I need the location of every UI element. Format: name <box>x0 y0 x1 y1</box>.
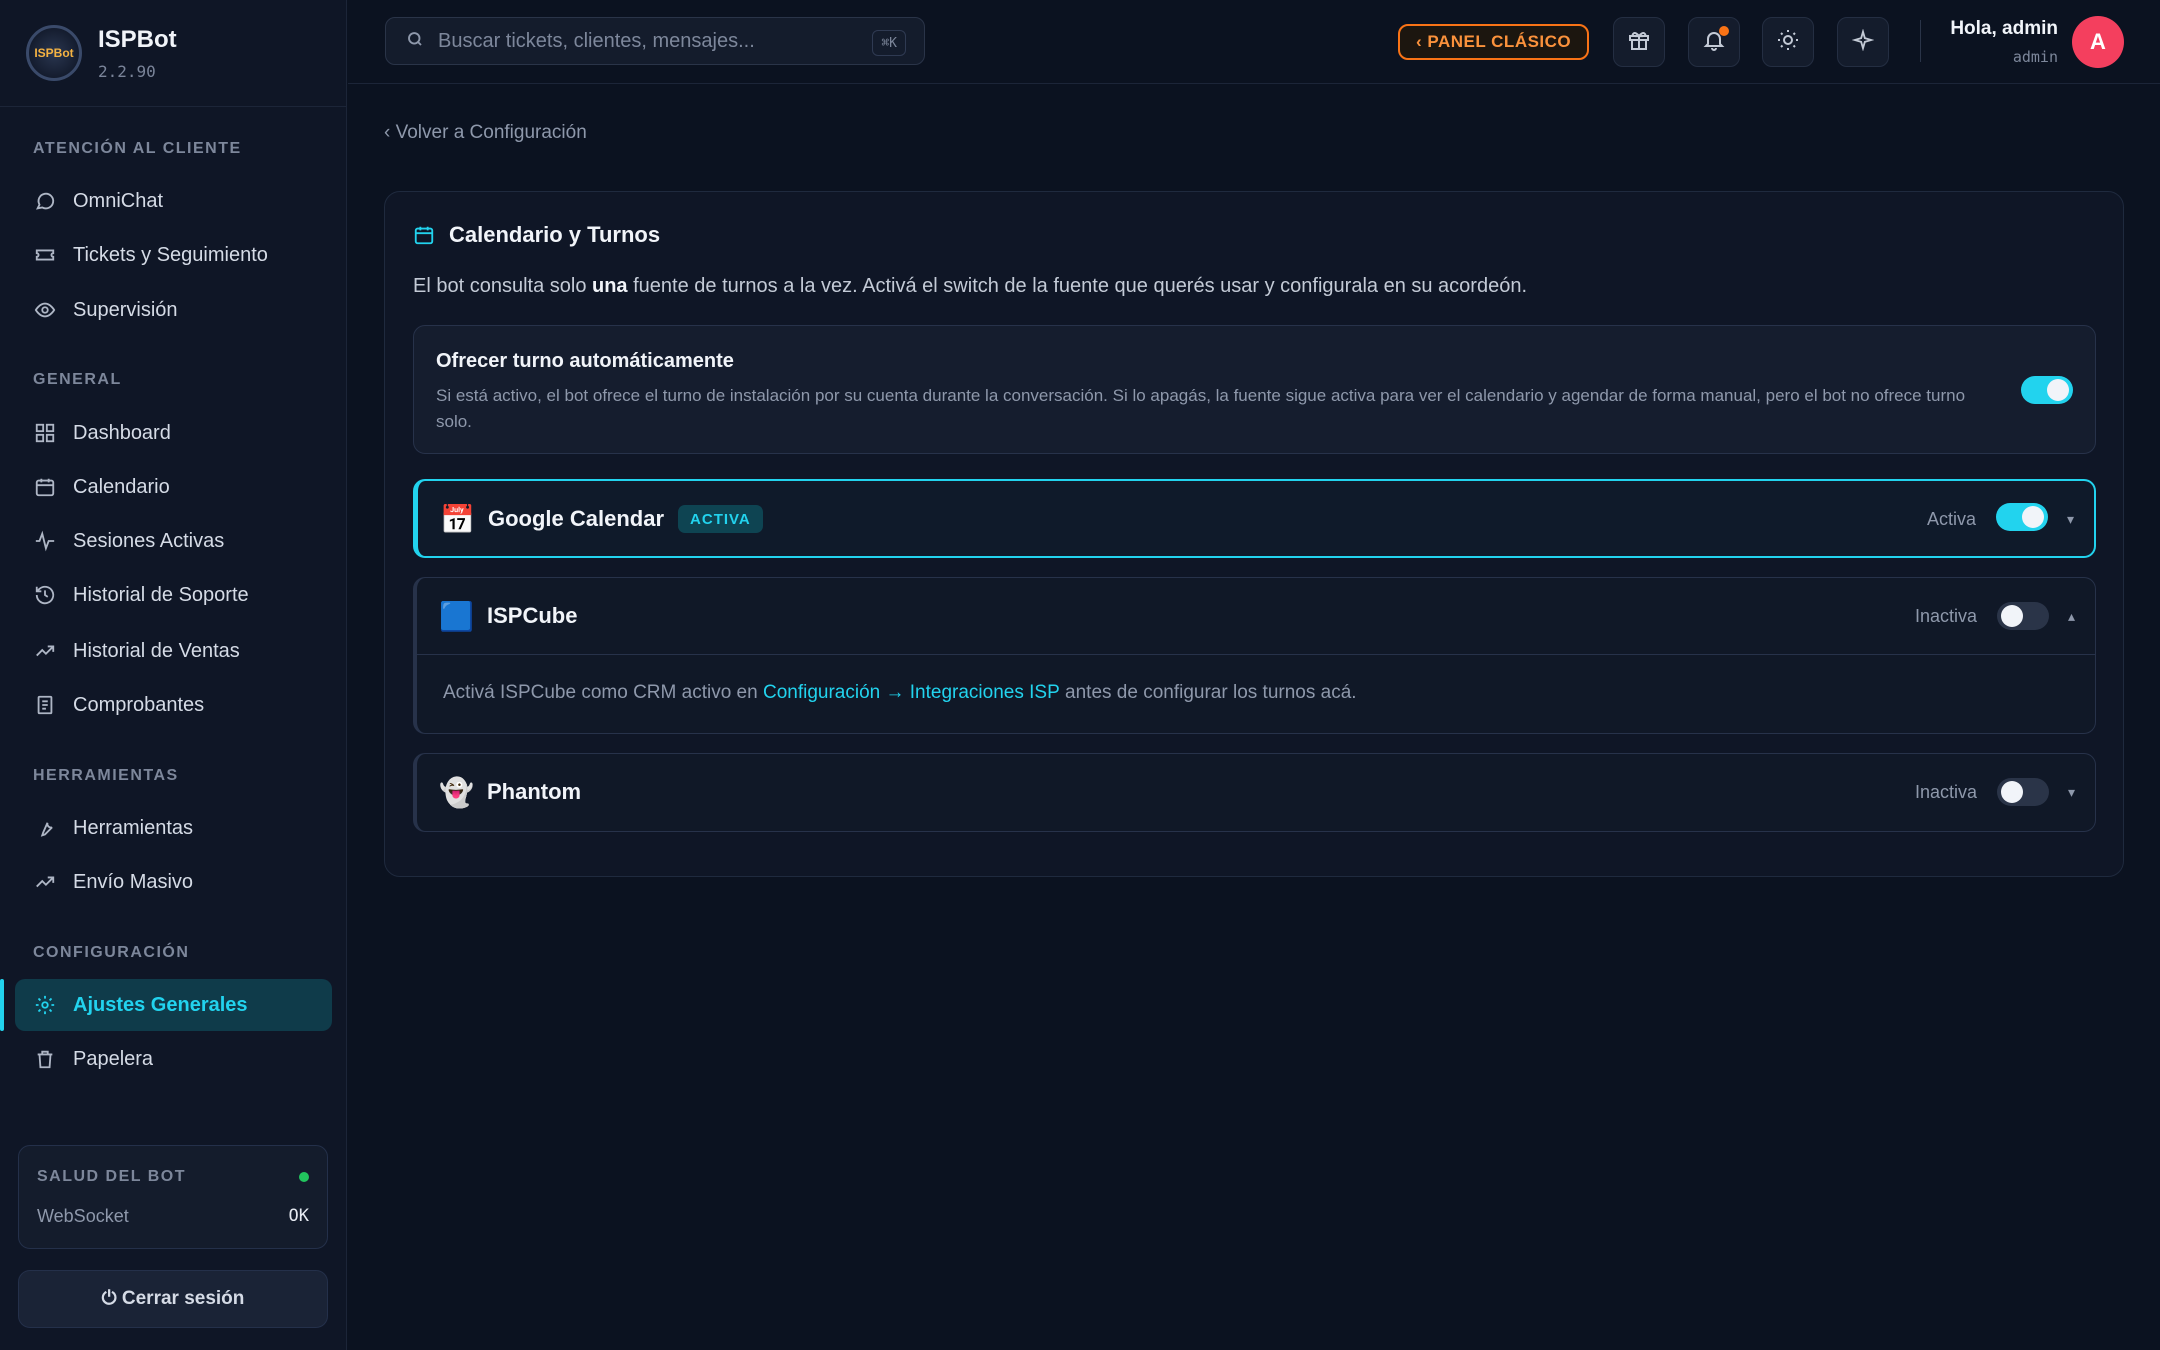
ispcube-notice: Activá ISPCube como CRM activo en Config… <box>417 654 2095 730</box>
eye-icon <box>33 298 57 322</box>
wrench-icon <box>33 816 57 840</box>
sidebar-item-omnichat[interactable]: OmniChat <box>15 175 332 227</box>
theme-toggle-button[interactable] <box>1762 17 1814 67</box>
integrations-link[interactable]: Configuración → Integraciones ISP <box>763 682 1060 704</box>
status-badge: ACTIVA <box>678 505 763 533</box>
sidebar-item-tickets[interactable]: Tickets y Seguimiento <box>15 229 332 281</box>
active-indicator <box>0 979 4 1031</box>
websocket-label: WebSocket <box>37 1206 129 1226</box>
sidebar-item-dashboard[interactable]: Dashboard <box>15 407 332 459</box>
section-herramientas: HERRAMIENTAS <box>33 767 179 784</box>
sun-icon <box>1776 28 1800 57</box>
back-link[interactable]: ‹ Volver a Configuración <box>384 122 587 144</box>
sidebar-item-envio-masivo[interactable]: Envío Masivo <box>15 856 332 908</box>
card-title: Calendario y Turnos <box>413 222 660 248</box>
trend-icon <box>33 870 57 894</box>
accordion-header-ispcube[interactable]: 🟦 ISPCube Inactiva ▴ <box>417 578 2095 654</box>
section-configuracion: CONFIGURACIÓN <box>33 944 190 961</box>
app-version: 2.2.90 <box>98 61 156 81</box>
status-dot-icon <box>299 1172 309 1182</box>
auto-offer-setting: Ofrecer turno automáticamente Si está ac… <box>413 325 2096 454</box>
auto-offer-title: Ofrecer turno automáticamente <box>436 350 734 372</box>
sidebar-item-papelera[interactable]: Papelera <box>15 1033 332 1085</box>
source-status: Activa <box>1926 508 1976 529</box>
ispcube-toggle[interactable] <box>1997 602 2049 630</box>
notification-dot <box>1719 26 1729 36</box>
chevron-up-icon[interactable]: ▴ <box>2068 608 2075 625</box>
search-box[interactable]: ⌘K <box>385 17 925 65</box>
health-title: SALUD DEL BOT <box>37 1168 186 1185</box>
chevron-down-icon[interactable]: ▾ <box>2067 511 2074 528</box>
source-status: Inactiva <box>1914 781 1977 802</box>
ai-button[interactable] <box>1837 17 1889 67</box>
accordion-header-phantom[interactable]: 👻 Phantom Inactiva ▾ <box>417 754 2095 830</box>
user-role: admin <box>2012 48 2058 66</box>
sidebar-item-comprobantes[interactable]: Comprobantes <box>15 679 332 731</box>
history-icon <box>33 583 57 607</box>
source-name: ISPCube <box>487 603 578 628</box>
chevron-down-icon[interactable]: ▾ <box>2068 784 2075 801</box>
calendar-icon <box>33 475 57 499</box>
divider <box>1920 20 1921 62</box>
sidebar-item-historial-soporte[interactable]: Historial de Soporte <box>15 569 332 621</box>
section-atencion: ATENCIÓN AL CLIENTE <box>33 140 242 157</box>
user-greeting: Hola, admin <box>1950 18 2058 39</box>
auto-offer-toggle[interactable] <box>2021 376 2073 404</box>
sidebar: ISPBot ISPBot 2.2.90 ATENCIÓN AL CLIENTE… <box>0 0 347 1350</box>
source-name: Phantom <box>487 779 582 804</box>
sparkle-icon <box>1851 27 1875 56</box>
gift-icon <box>1627 28 1651 57</box>
calendar-emoji-icon: 📅 <box>440 503 475 535</box>
trash-icon <box>33 1047 57 1071</box>
app-name: ISPBot <box>98 25 177 53</box>
app-logo: ISPBot <box>26 25 82 81</box>
sidebar-item-ajustes-generales[interactable]: Ajustes Generales <box>15 979 332 1031</box>
source-name: Google Calendar <box>488 506 665 531</box>
accordion-header-google[interactable]: 📅 Google Calendar ACTIVA Activa ▾ <box>418 481 2094 557</box>
sidebar-item-historial-ventas[interactable]: Historial de Ventas <box>15 625 332 677</box>
websocket-status: OK <box>288 1206 309 1226</box>
sidebar-item-herramientas[interactable]: Herramientas <box>15 802 332 854</box>
avatar[interactable]: A <box>2072 16 2124 68</box>
phantom-toggle[interactable] <box>1997 778 2049 806</box>
chat-icon <box>33 189 57 213</box>
google-calendar-toggle[interactable] <box>1996 503 2048 531</box>
gift-button[interactable] <box>1613 17 1665 67</box>
trend-icon <box>33 639 57 663</box>
brand[interactable]: ISPBot ISPBot 2.2.90 <box>0 0 346 107</box>
notifications-button[interactable] <box>1688 17 1740 67</box>
sidebar-item-supervision[interactable]: Supervisión <box>15 284 332 336</box>
source-ispcube: 🟦 ISPCube Inactiva ▴ Activá ISPCube como… <box>413 577 2096 734</box>
bot-health-panel: SALUD DEL BOT WebSocket OK <box>18 1145 328 1249</box>
blue-square-icon: 🟦 <box>439 600 474 632</box>
grid-icon <box>33 421 57 445</box>
classic-panel-button[interactable]: ‹ PANEL CLÁSICO <box>1398 24 1590 60</box>
sidebar-item-calendario[interactable]: Calendario <box>15 461 332 513</box>
auto-offer-description: Si está activo, el bot ofrece el turno d… <box>436 386 1966 431</box>
section-general: GENERAL <box>33 371 122 388</box>
calendar-settings-card: Calendario y Turnos El bot consulta solo… <box>384 191 2124 877</box>
source-status: Inactiva <box>1914 605 1977 626</box>
activity-icon <box>33 529 57 553</box>
card-description: El bot consulta solo una fuente de turno… <box>413 275 1528 297</box>
source-phantom: 👻 Phantom Inactiva ▾ <box>413 753 2096 832</box>
user-info[interactable]: Hola, admin admin <box>1950 18 2058 66</box>
sidebar-item-sesiones[interactable]: Sesiones Activas <box>15 515 332 567</box>
calendar-icon <box>413 224 435 246</box>
receipt-icon <box>33 693 57 717</box>
page-title: Calendario y Turnos <box>449 222 661 247</box>
gear-icon <box>33 993 57 1017</box>
source-google-calendar: 📅 Google Calendar ACTIVA Activa ▾ <box>413 479 2096 558</box>
ticket-icon <box>33 243 57 267</box>
search-input[interactable] <box>438 29 858 53</box>
shortcut-hint: ⌘K <box>872 30 906 56</box>
logout-button[interactable]: ⏻ Cerrar sesión <box>18 1270 328 1328</box>
ghost-icon: 👻 <box>439 776 474 808</box>
topbar: ⌘K ‹ PANEL CLÁSICO Hola, admin admin A <box>348 0 2160 84</box>
search-icon <box>406 30 424 53</box>
